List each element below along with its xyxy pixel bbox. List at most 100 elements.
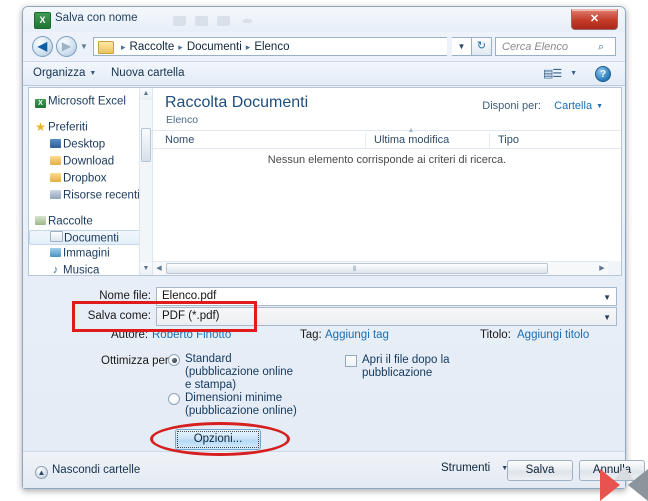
ghost-artifact-1 [173, 16, 186, 26]
ghost-artifact-3 [217, 16, 230, 26]
close-button[interactable]: ✕ [571, 9, 618, 30]
view-list-icon: ▤☰ [543, 68, 562, 80]
search-placeholder: Cerca Elenco [502, 41, 569, 53]
add-title-link[interactable]: Aggiungi titolo [517, 329, 589, 341]
breadcrumb-sep-2: ▸ [245, 42, 251, 52]
breadcrumb-item-raccolte[interactable]: Raccolte [130, 41, 175, 53]
author-value[interactable]: Roberto Finotto [152, 329, 231, 341]
breadcrumb-sep-1: ▸ [178, 42, 183, 52]
history-dropdown-icon[interactable]: ▼ [80, 42, 91, 52]
breadcrumb-bar[interactable]: ▸ Raccolte ▸ Documenti ▸ Elenco [93, 37, 447, 56]
horizontal-scrollbar[interactable]: ◀ ⦀ ▶ [153, 261, 621, 275]
sidebar-item-label: Preferiti [48, 121, 88, 134]
hide-folders-button[interactable]: ▲ Nascondi cartelle [35, 464, 140, 479]
sidebar-item-musica[interactable]: ♪ Musica [29, 262, 152, 275]
sidebar-item-label: Download [63, 155, 115, 168]
tag-label: Tag: [300, 329, 322, 341]
organize-button[interactable]: Organizza ▼ [33, 67, 96, 79]
sidebar-item-immagini[interactable]: Immagini [29, 245, 152, 262]
filetype-label: Salva come: [87, 310, 151, 322]
radio-button-icon [168, 393, 180, 405]
nav-gap-1 [29, 110, 152, 119]
library-title: Raccolta Documenti [165, 94, 309, 111]
hide-folders-label: Nascondi cartelle [52, 464, 141, 476]
chevron-down-icon: ▼ [603, 293, 611, 302]
column-divider-2[interactable] [489, 133, 490, 148]
desktop-icon [48, 136, 63, 153]
window-title: Salva con nome [55, 12, 138, 24]
scroll-up-arrow[interactable]: ▲ [140, 88, 152, 100]
ghost-artifact-4 [243, 19, 252, 23]
filename-label: Nome file: [99, 290, 151, 302]
breadcrumb-sep-0: ▸ [121, 42, 126, 52]
scrollbar-thumb[interactable] [141, 128, 151, 162]
path-dropdown-icon[interactable]: ▼ [452, 37, 471, 56]
radio-minime-line2: (pubblicazione online) [185, 405, 297, 417]
music-icon: ♪ [52, 264, 59, 275]
folder-icon [98, 41, 114, 54]
chevron-down-icon: ▼ [596, 103, 603, 110]
sidebar-item-label: Desktop [63, 138, 106, 151]
scroll-down-arrow[interactable]: ▼ [140, 263, 152, 275]
open-after-line1: Apri il file dopo la [362, 354, 450, 366]
sidebar-item-microsoft-excel[interactable]: X Microsoft Excel [29, 93, 152, 110]
help-icon[interactable]: ? [595, 66, 611, 82]
sidebar-item-risorse-recenti[interactable]: Risorse recenti [29, 187, 152, 204]
scroll-right-arrow[interactable]: ▶ [596, 262, 608, 275]
filetype-select[interactable]: PDF (*.pdf) ▼ [156, 307, 617, 326]
star-icon: ★ [35, 120, 46, 134]
cancel-button[interactable]: Annulla [579, 460, 645, 481]
ghost-artifact-2 [195, 16, 208, 26]
view-mode-button[interactable]: ▤☰ ▼ [543, 66, 577, 82]
sidebar-item-raccolte[interactable]: Raccolte [29, 213, 152, 230]
title-label: Titolo: [480, 329, 511, 341]
options-button[interactable]: Opzioni... [175, 429, 261, 450]
search-input[interactable]: Cerca Elenco ⌕ [495, 37, 616, 56]
documents-icon [49, 231, 64, 246]
refresh-icon[interactable]: ↻ [471, 37, 492, 56]
breadcrumb: ▸ Raccolte ▸ Documenti ▸ Elenco [117, 41, 289, 53]
address-bar: ◀ ▶ ▼ ▸ Raccolte ▸ Documenti ▸ Elenco ▼ ↻ Cer… [23, 32, 625, 61]
radio-standard-line1: Standard [185, 353, 232, 365]
download-folder-icon [48, 153, 63, 170]
sidebar-item-download[interactable]: Download [29, 153, 152, 170]
back-button[interactable]: ◀ [32, 36, 53, 57]
command-toolbar: Organizza ▼ Nuova cartella ▤☰ ▼ ? [23, 61, 625, 86]
add-tag-link[interactable]: Aggiungi tag [325, 329, 389, 341]
scroll-left-arrow[interactable]: ◀ [153, 262, 165, 275]
sidebar-item-preferiti[interactable]: ★ Preferiti [29, 119, 152, 136]
sidebar-item-dropbox[interactable]: Dropbox [29, 170, 152, 187]
breadcrumb-item-elenco[interactable]: Elenco [254, 41, 289, 53]
column-header-tipo[interactable]: Tipo [498, 134, 519, 146]
sidebar-item-desktop[interactable]: Desktop [29, 136, 152, 153]
radio-standard-line2: (pubblicazione online [185, 366, 294, 378]
empty-list-message: Nessun elemento corrisponde ai criteri d… [267, 154, 507, 166]
scrollbar-grip-icon: ⦀ [353, 266, 358, 273]
save-as-dialog: X Salva con nome ✕ ◀ ▶ ▼ ▸ Raccolte ▸ Docum… [22, 6, 645, 489]
sidebar-item-label: Raccolte [48, 215, 93, 228]
radio-standard-line3: e stampa) [185, 379, 237, 391]
file-list-pane: Raccolta Documenti Elenco Disponi per: C… [153, 88, 621, 275]
new-folder-button[interactable]: Nuova cartella [111, 67, 185, 79]
sidebar-item-label: Dropbox [63, 172, 107, 185]
tools-button[interactable]: Strumenti ▼ [441, 462, 508, 474]
title-bar: X Salva con nome ✕ [23, 7, 625, 32]
explorer-area: X Microsoft Excel ★ Preferiti Desktop Down… [28, 87, 622, 276]
options-button-label: Opzioni... [193, 433, 243, 445]
sidebar-item-documenti[interactable]: Documenti [29, 230, 148, 245]
open-after-line2: pubblicazione [362, 367, 433, 379]
navigation-pane: X Microsoft Excel ★ Preferiti Desktop Down… [29, 88, 153, 275]
column-divider-1[interactable] [365, 133, 366, 148]
organize-label: Organizza [33, 67, 86, 79]
filename-input[interactable]: Elenco.pdf ▼ [156, 287, 617, 306]
column-header-ultima-modifica[interactable]: Ultima modifica [374, 134, 449, 146]
arrange-by-dropdown[interactable]: Cartella ▼ [554, 100, 603, 112]
scrollbar-thumb[interactable]: ⦀ [166, 263, 548, 274]
navigation-scrollbar[interactable]: ▲ ▼ [139, 88, 152, 275]
save-button[interactable]: Salva [507, 460, 573, 481]
scrollbar-corner [608, 261, 621, 275]
breadcrumb-item-documenti[interactable]: Documenti [187, 41, 242, 53]
forward-button[interactable]: ▶ [56, 36, 77, 57]
radio-minime-line1: Dimensioni minime [185, 392, 283, 404]
column-header-nome[interactable]: Nome [165, 134, 194, 146]
